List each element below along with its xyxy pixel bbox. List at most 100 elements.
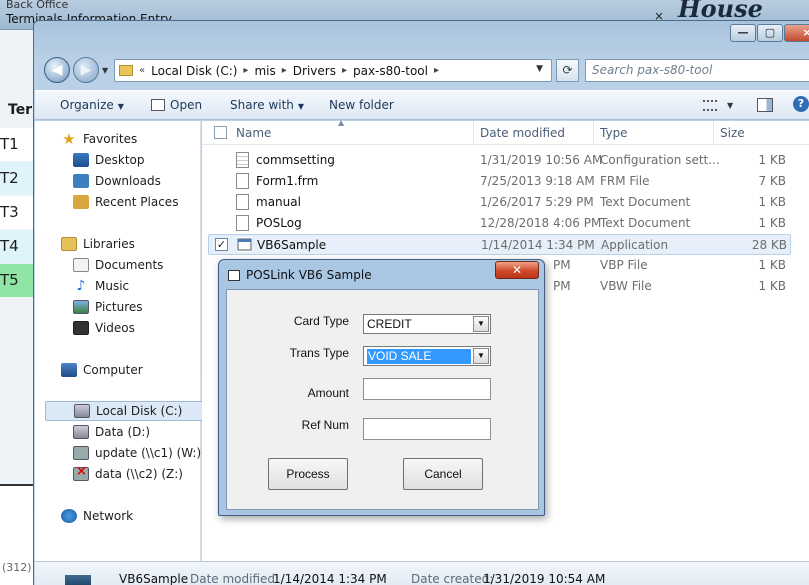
breadcrumb-separator-icon[interactable]: ▸ [243,65,248,76]
videos-icon [73,321,89,335]
nav-recent-places[interactable]: Recent Places [73,192,178,212]
minimize-button[interactable]: — [730,24,756,42]
share-with-menu[interactable]: Share with ▼ [230,98,304,112]
file-size: 28 KB [751,238,787,252]
music-icon: ♪ [76,278,86,294]
card-type-select[interactable]: CREDIT ▼ [363,314,491,334]
breadcrumb-local-disk[interactable]: Local Disk (C:) [151,64,237,78]
preview-pane-icon[interactable] [757,98,773,112]
amount-input[interactable] [363,378,491,400]
file-name: commsetting [256,153,335,167]
breadcrumb-separator-icon[interactable]: ▸ [282,65,287,76]
nav-favorites[interactable]: ★ Favorites [61,129,137,149]
chevron-down-icon[interactable]: ▼ [473,348,489,364]
file-size: 1 KB [758,153,786,167]
card-type-value: CREDIT [367,317,412,331]
nav-network[interactable]: Network [61,506,133,526]
file-date: 1/31/2019 10:56 AM [480,153,603,167]
breadcrumb-separator-icon[interactable]: ▸ [342,65,347,76]
open-button[interactable]: Open [151,98,202,112]
column-divider [473,121,474,145]
file-type: VBP File [600,258,648,272]
row-checkbox[interactable]: ✓ [215,238,228,251]
cancel-button[interactable]: Cancel [403,458,483,490]
terminal-row[interactable]: T1 [0,128,36,161]
breadcrumb-mis[interactable]: mis [254,64,275,78]
maximize-button[interactable]: ▢ [757,24,783,42]
help-icon[interactable]: ? [793,96,809,112]
application-icon [237,237,252,252]
folder-icon [119,65,133,76]
file-date: PM [553,258,571,272]
select-all-checkbox[interactable] [214,126,227,139]
nav-data-z[interactable]: data (\\c2) (Z:) [73,464,183,484]
terminal-row-selected[interactable]: T5 [0,264,36,297]
file-row-selected[interactable]: ✓ VB6Sample 1/14/2014 1:34 PM Applicatio… [208,234,791,255]
nav-music[interactable]: ♪ Music [73,276,130,296]
nav-local-disk-c[interactable]: Local Disk (C:) [45,401,208,421]
terminal-row[interactable]: T2 [0,162,36,195]
navigation-bar: ◀ ▶ ▼ « Local Disk (C:) ▸ mis ▸ Drivers … [42,56,809,86]
text-file-icon [236,194,249,210]
dialog-close-button[interactable]: ✕ [495,261,539,279]
breadcrumb-pax-s80-tool[interactable]: pax-s80-tool [353,64,428,78]
column-size[interactable]: Size [720,126,745,140]
downloads-icon [73,174,89,188]
nav-computer[interactable]: Computer [61,360,143,380]
file-row[interactable]: Form1.frm 7/25/2013 9:18 AM FRM File 7 K… [208,171,791,192]
nav-update-w[interactable]: update (\\c1) (W:) [73,443,201,463]
network-icon [61,509,77,523]
forward-button[interactable]: ▶ [73,57,99,83]
nav-libraries[interactable]: Libraries [61,234,135,254]
address-overflow-chevron[interactable]: « [139,65,145,76]
local-disk-icon [74,404,90,418]
column-name[interactable]: Name [236,126,271,140]
breadcrumb-separator-icon[interactable]: ▸ [434,65,439,76]
dialog-title-bar: POSLink VB6 Sample [228,266,372,284]
refresh-button[interactable]: ⟳ [556,59,579,82]
terminal-row[interactable]: T4 [0,230,36,263]
trans-type-select[interactable]: VOID SALE ▼ [363,346,491,366]
column-date-modified[interactable]: Date modified [480,126,565,140]
breadcrumb-drivers[interactable]: Drivers [293,64,336,78]
chevron-down-icon[interactable]: ▼ [473,316,489,332]
recent-places-icon [73,195,89,209]
new-folder-button[interactable]: New folder [329,98,394,112]
nav-desktop[interactable]: Desktop [73,150,145,170]
star-icon: ★ [62,130,76,148]
file-date: 1/26/2017 5:29 PM [480,195,594,209]
file-row[interactable]: commsetting 1/31/2019 10:56 AM Configura… [208,150,791,171]
column-type[interactable]: Type [600,126,628,140]
details-created-label: Date created: [411,572,494,585]
nav-videos[interactable]: Videos [73,318,135,338]
drive-icon [73,425,89,439]
nav-downloads[interactable]: Downloads [73,171,161,191]
change-view-icon[interactable] [703,100,717,111]
disconnected-drive-icon [73,464,89,481]
file-name: manual [256,195,301,209]
close-button[interactable]: × [784,24,809,42]
view-options-dropdown-icon[interactable]: ▼ [727,101,733,110]
file-type: Text Document [600,216,691,230]
details-file-name: VB6Sample [119,572,189,585]
address-bar[interactable]: « Local Disk (C:) ▸ mis ▸ Drivers ▸ pax-… [114,59,552,82]
file-icon [236,173,249,189]
address-dropdown-icon[interactable]: ▼ [536,64,543,74]
documents-icon [73,258,89,272]
file-row[interactable]: manual 1/26/2017 5:29 PM Text Document 1… [208,192,791,213]
config-file-icon [236,152,249,168]
terminal-row[interactable]: T3 [0,196,36,229]
nav-data-d[interactable]: Data (D:) [73,422,150,442]
nav-pictures[interactable]: Pictures [73,297,143,317]
file-row[interactable]: POSLog 12/28/2018 4:06 PM Text Document … [208,213,791,234]
recent-pages-dropdown[interactable]: ▼ [102,66,108,75]
ref-num-input[interactable] [363,418,491,440]
back-button[interactable]: ◀ [44,57,70,83]
organize-menu[interactable]: Organize ▼ [60,98,124,112]
search-input[interactable]: Search pax-s80-tool [585,59,809,82]
details-created-value: 1/31/2019 10:54 AM [483,572,606,585]
file-type: VBW File [600,279,652,293]
process-button[interactable]: Process [268,458,348,490]
details-modified-label: Date modified: [190,572,280,585]
nav-documents[interactable]: Documents [73,255,163,275]
